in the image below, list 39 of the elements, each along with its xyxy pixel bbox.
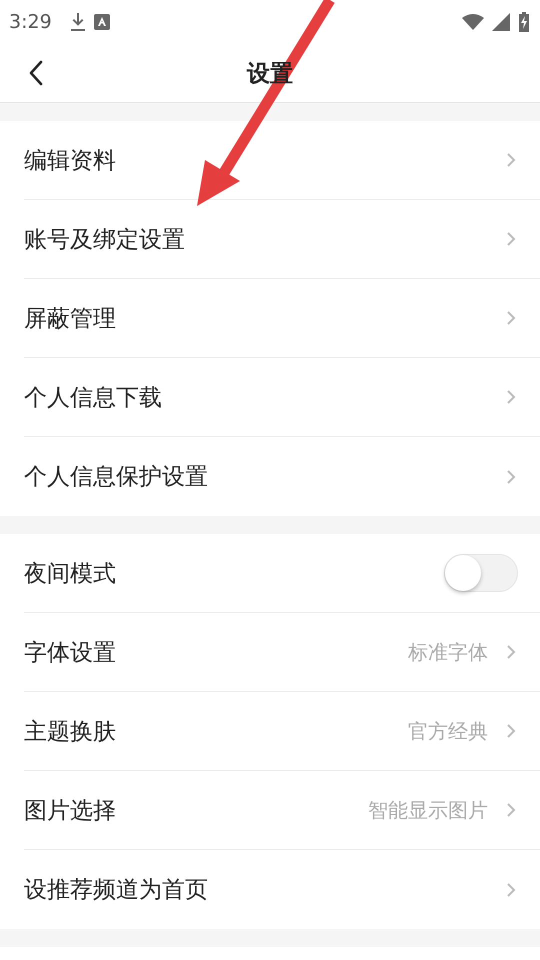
row-value: 官方经典: [408, 718, 488, 744]
wifi-icon: [462, 14, 484, 30]
settings-row[interactable]: 个人信息保护设置: [24, 437, 540, 516]
row-label: 账号及绑定设置: [24, 226, 185, 254]
settings-row[interactable]: 夜间模式: [24, 534, 540, 613]
row-label: 编辑资料: [24, 146, 116, 176]
font-icon: [94, 14, 110, 30]
row-label: 夜间模式: [24, 560, 116, 588]
download-icon: [70, 12, 86, 32]
chevron-icon: [506, 802, 516, 818]
row-label: 个人信息保护设置: [24, 463, 208, 492]
settings-row[interactable]: 账号及绑定设置: [24, 200, 540, 279]
chevron-icon: [506, 152, 516, 168]
row-value: 智能显示图片: [368, 796, 488, 824]
settings-row[interactable]: 个人信息下载: [24, 358, 540, 437]
signal-icon: [492, 13, 510, 31]
settings-row[interactable]: 屏蔽管理: [24, 279, 540, 358]
chevron-icon: [506, 468, 516, 484]
chevron-icon: [506, 882, 516, 898]
chevron-icon: [506, 389, 516, 405]
toggle-switch[interactable]: [444, 554, 518, 592]
chevron-icon: [506, 723, 516, 739]
row-label: 设推荐频道为首页: [24, 876, 208, 905]
row-label: 图片选择: [24, 796, 116, 826]
battery-icon: [518, 12, 530, 32]
settings-row[interactable]: 主题换肤 官方经典: [24, 692, 540, 771]
row-label: 屏蔽管理: [24, 304, 116, 334]
back-icon[interactable]: [28, 60, 44, 86]
settings-row[interactable]: 图片选择 智能显示图片: [24, 771, 540, 850]
settings-row[interactable]: 设推荐频道为首页: [24, 850, 540, 929]
row-value: 标准字体: [408, 638, 488, 666]
row-label: 主题换肤: [24, 718, 116, 746]
chevron-icon: [506, 644, 516, 660]
settings-row[interactable]: 字体设置 标准字体: [24, 613, 540, 692]
row-label: 个人信息下载: [24, 384, 162, 412]
chevron-icon: [506, 310, 516, 326]
chevron-icon: [506, 231, 516, 247]
row-label: 字体设置: [24, 638, 116, 668]
status-time: 3:29: [9, 11, 52, 33]
